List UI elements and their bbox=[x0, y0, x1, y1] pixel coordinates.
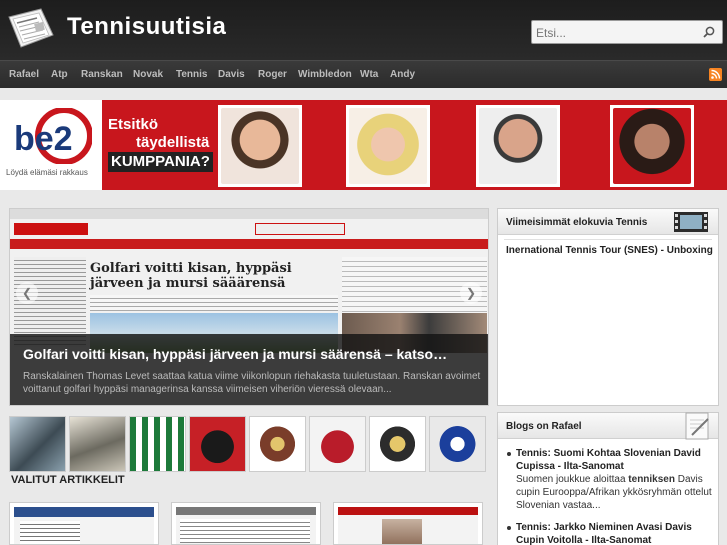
thumbnail[interactable] bbox=[249, 416, 306, 472]
banner-photo-1 bbox=[218, 105, 302, 187]
newspaper-logo-icon[interactable] bbox=[5, 5, 57, 53]
nav-item-wimbledon[interactable]: Wimbledon bbox=[298, 69, 352, 80]
blogs-widget: Blogs on Rafael Tennis: Suomi Kohtaa Slo… bbox=[497, 412, 719, 545]
blog-item-desc: Suomen joukkue aloittaa tenniksen Davis … bbox=[516, 474, 712, 511]
banner-photo-3 bbox=[476, 105, 560, 187]
thumbnail[interactable] bbox=[129, 416, 186, 472]
slider-thumbnails bbox=[9, 416, 489, 472]
blog-item-title[interactable]: Tennis: Jarkko Nieminen Avasi Davis Cupi… bbox=[516, 521, 716, 545]
nav-item-wta[interactable]: Wta bbox=[360, 69, 378, 80]
featured-slider[interactable]: Golfari voitti kisan, hyppäsi järveen ja… bbox=[9, 208, 489, 406]
banner-brand-panel: be2 Löydä elämäsi rakkaus bbox=[0, 100, 102, 190]
banner-line-1: Etsitkö bbox=[108, 116, 159, 133]
nav-item-atp[interactable]: Atp bbox=[51, 69, 68, 80]
section-title-featured: VALITUT ARTIKKELIT bbox=[11, 474, 125, 486]
banner-photo-2 bbox=[346, 105, 430, 187]
banner-tagline: Löydä elämäsi rakkaus bbox=[6, 168, 88, 177]
nav-item-andy[interactable]: Andy bbox=[390, 69, 415, 80]
rss-icon[interactable] bbox=[709, 68, 722, 81]
slide-caption-text: Ranskalainen Thomas Levet saattaa katua … bbox=[23, 371, 481, 395]
banner-brand: be2 bbox=[14, 120, 73, 158]
slider-prev-button[interactable]: ❮ bbox=[16, 282, 38, 304]
nav-item-davis[interactable]: Davis bbox=[218, 69, 245, 80]
article-card[interactable] bbox=[171, 502, 321, 545]
blog-item-title[interactable]: Tennis: Suomi Kohtaa Slovenian David Cup… bbox=[516, 447, 716, 473]
search-input[interactable] bbox=[536, 24, 696, 41]
slide-caption: Golfari voitti kisan, hyppäsi järveen ja… bbox=[10, 334, 488, 405]
thumbnail[interactable] bbox=[189, 416, 246, 472]
bullet bbox=[507, 526, 511, 530]
thumbnail[interactable] bbox=[69, 416, 126, 472]
thumbnail[interactable] bbox=[429, 416, 486, 472]
thumbnail[interactable] bbox=[369, 416, 426, 472]
nav-item-ranskan[interactable]: Ranskan bbox=[81, 69, 123, 80]
nav-item-roger[interactable]: Roger bbox=[258, 69, 287, 80]
main-nav: Rafael Atp Ranskan Novak Tennis Davis Ro… bbox=[0, 60, 727, 88]
search-icon[interactable] bbox=[702, 25, 716, 39]
thumbnail[interactable] bbox=[309, 416, 366, 472]
banner-text: Etsitkö täydellistä KUMPPANIA? bbox=[108, 116, 213, 172]
slider-next-button[interactable]: ❯ bbox=[460, 282, 482, 304]
nav-item-novak[interactable]: Novak bbox=[133, 69, 163, 80]
video-item-link[interactable]: Inernational Tennis Tour (SNES) - Unboxi… bbox=[506, 245, 713, 256]
slide-headline-image-text: Golfari voitti kisan, hyppäsi järveen ja… bbox=[90, 261, 292, 291]
article-card[interactable] bbox=[9, 502, 159, 545]
nav-item-tennis[interactable]: Tennis bbox=[176, 69, 207, 80]
banner-line-3: KUMPPANIA? bbox=[108, 152, 213, 172]
search-box bbox=[531, 20, 723, 44]
banner-photo-4 bbox=[610, 105, 694, 187]
videos-widget-header: Viimeisimmät elokuvia Tennis bbox=[498, 209, 718, 235]
site-title[interactable]: Tennisuutisia bbox=[67, 13, 226, 41]
site-header: Tennisuutisia bbox=[0, 0, 727, 60]
notepad-pencil-icon bbox=[685, 412, 709, 440]
be2-logo: be2 bbox=[14, 108, 92, 164]
blogs-widget-header: Blogs on Rafael bbox=[498, 412, 718, 440]
nav-item-rafael[interactable]: Rafael bbox=[9, 69, 39, 80]
videos-widget-title: Viimeisimmät elokuvia Tennis bbox=[506, 217, 648, 228]
slide-caption-title[interactable]: Golfari voitti kisan, hyppäsi järveen ja… bbox=[23, 346, 447, 362]
ad-banner[interactable]: be2 Löydä elämäsi rakkaus Etsitkö täydel… bbox=[0, 100, 727, 190]
divider bbox=[504, 239, 712, 240]
film-reel-icon bbox=[674, 212, 708, 232]
article-card[interactable] bbox=[333, 502, 483, 545]
bullet bbox=[507, 452, 511, 456]
blogs-widget-title: Blogs on Rafael bbox=[506, 421, 582, 432]
banner-line-2: täydellistä bbox=[136, 134, 210, 151]
videos-widget: Viimeisimmät elokuvia Tennis Inernationa… bbox=[497, 208, 719, 406]
thumbnail[interactable] bbox=[9, 416, 66, 472]
